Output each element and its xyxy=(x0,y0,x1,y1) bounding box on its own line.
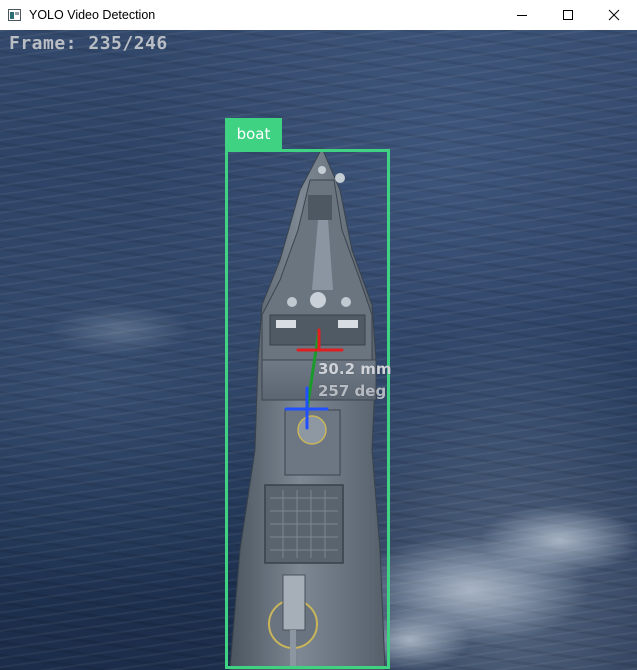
window-controls xyxy=(499,0,637,30)
close-button[interactable] xyxy=(591,0,637,30)
frame-counter: Frame: 235/246 xyxy=(9,33,168,54)
angle-readout: 257 deg xyxy=(318,382,387,400)
minimize-button[interactable] xyxy=(499,0,545,30)
app-window: YOLO Video Detection Frame: 235/246 boat… xyxy=(0,0,637,670)
title-bar[interactable]: YOLO Video Detection xyxy=(0,0,637,30)
app-window-icon xyxy=(8,9,21,21)
distance-readout: 30.2 mm xyxy=(318,360,392,378)
close-icon xyxy=(608,9,620,21)
video-frame: Frame: 235/246 boat 30.2 mm 257 deg xyxy=(0,30,637,670)
maximize-icon xyxy=(563,10,573,20)
detection-bounding-box xyxy=(225,149,390,669)
window-title: YOLO Video Detection xyxy=(29,8,156,22)
detection-class-label: boat xyxy=(225,118,282,150)
minimize-icon xyxy=(517,15,527,16)
maximize-button[interactable] xyxy=(545,0,591,30)
